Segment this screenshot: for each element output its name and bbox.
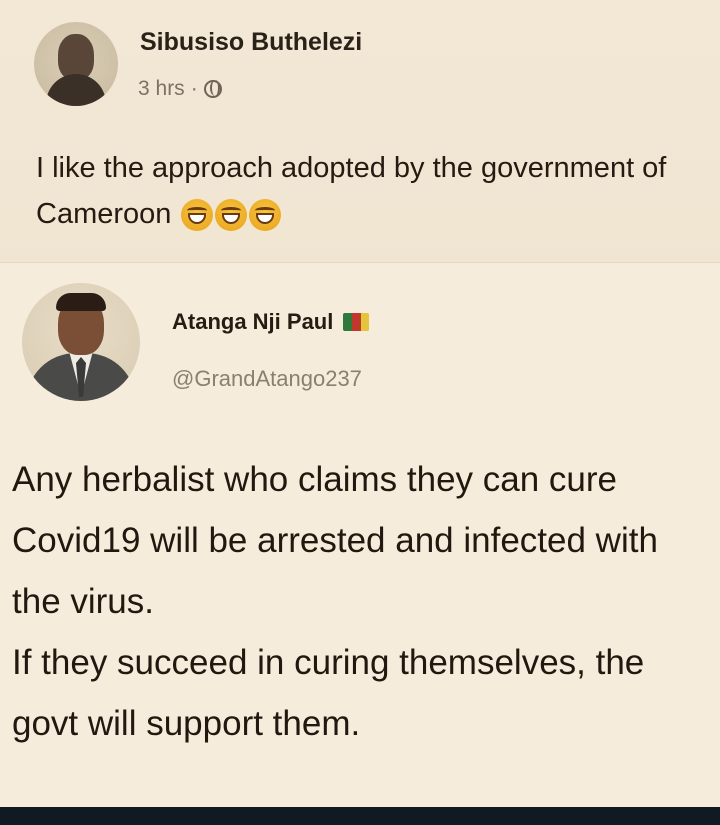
tweet-paragraph: Any herbalist who claims they can cure C…	[12, 460, 658, 621]
laugh-emoji-icon	[215, 199, 248, 232]
embedded-tweet: Atanga Nji Paul @GrandAtango237 Any herb…	[0, 262, 720, 808]
bottom-bar	[0, 807, 720, 825]
tweet-text: Any herbalist who claims they can cure C…	[12, 449, 712, 754]
tweet-author-name-row: Atanga Nji Paul	[172, 309, 370, 335]
post-time[interactable]: 3 hrs	[138, 77, 185, 101]
screenshot-page: Sibusiso Buthelezi 3 hrs · I like the ap…	[0, 0, 720, 825]
post-body: I like the approach adopted by the gover…	[36, 152, 667, 230]
laugh-emoji-icon	[249, 199, 282, 232]
post-meta: 3 hrs ·	[138, 77, 222, 101]
tweet-author-name[interactable]: Atanga Nji Paul	[172, 309, 333, 335]
facebook-post: Sibusiso Buthelezi 3 hrs · I like the ap…	[0, 0, 720, 250]
post-author-name[interactable]: Sibusiso Buthelezi	[140, 28, 362, 57]
tweet-author-avatar[interactable]	[22, 283, 140, 401]
tweet-handle[interactable]: @GrandAtango237	[172, 366, 362, 392]
post-text: I like the approach adopted by the gover…	[36, 145, 676, 237]
globe-icon	[203, 80, 222, 98]
tweet-paragraph: If they succeed in curing themselves, th…	[12, 643, 645, 743]
author-avatar[interactable]	[34, 22, 118, 106]
cameroon-flag-icon	[343, 313, 370, 331]
laugh-emoji-icon	[181, 199, 214, 232]
meta-separator: ·	[190, 77, 198, 100]
emoji-row	[181, 199, 282, 232]
